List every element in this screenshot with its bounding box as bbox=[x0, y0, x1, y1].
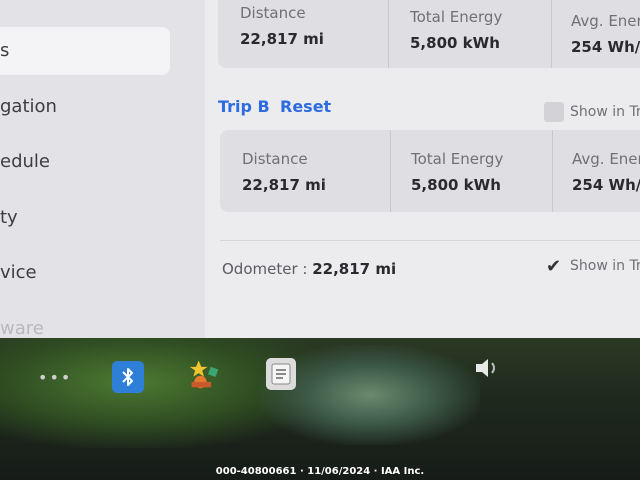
bluetooth-icon[interactable] bbox=[112, 361, 144, 393]
volume-icon[interactable] bbox=[472, 352, 504, 384]
trip-b-show-label: Show in Tr bbox=[570, 104, 640, 120]
sidebar-item-schedule[interactable]: edule bbox=[0, 151, 50, 172]
trip-b-reset-button[interactable]: Reset bbox=[280, 97, 331, 116]
trip-b-title: Trip B bbox=[218, 97, 270, 116]
toybox-icon[interactable] bbox=[188, 358, 220, 390]
trip-b-card: Distance 22,817 mi Total Energy 5,800 kW… bbox=[220, 130, 640, 212]
watermark: 000-40800661 · 11/06/2024 · IAA Inc. bbox=[215, 466, 425, 477]
settings-screen: s gation edule ty vice ware Distance 22,… bbox=[0, 0, 640, 338]
trip-b-avg-label: Avg. Ener bbox=[572, 150, 640, 168]
trip-a-energy-label: Total Energy bbox=[410, 8, 503, 26]
more-dots-icon[interactable]: ••• bbox=[38, 368, 72, 387]
trip-b-energy-label: Total Energy bbox=[411, 150, 504, 168]
sidebar-item-selected[interactable] bbox=[0, 27, 170, 75]
sidebar-item-navigation[interactable]: gation bbox=[0, 96, 57, 117]
trip-a-energy-value: 5,800 kWh bbox=[410, 34, 500, 52]
odometer-row: Odometer : 22,817 mi bbox=[222, 260, 396, 278]
trip-a-distance-label: Distance bbox=[240, 4, 306, 22]
sidebar-item-trips[interactable]: s bbox=[0, 40, 9, 61]
odometer-value: 22,817 mi bbox=[312, 260, 397, 278]
divider bbox=[220, 240, 640, 241]
trip-b-distance-value: 22,817 mi bbox=[242, 176, 326, 194]
trip-a-avg-value: 254 Wh/n bbox=[571, 38, 640, 56]
trip-b-energy-value: 5,800 kWh bbox=[411, 176, 501, 194]
trip-a-avg-label: Avg. Ener bbox=[571, 12, 640, 30]
notepad-icon[interactable] bbox=[266, 358, 296, 390]
odometer-show-label: Show in Tr bbox=[570, 258, 640, 274]
checkmark-icon: ✔ bbox=[546, 256, 562, 277]
odometer-show-checkbox[interactable]: ✔ bbox=[544, 256, 564, 278]
trip-b-show-checkbox[interactable] bbox=[544, 102, 564, 122]
trip-b-avg-value: 254 Wh/r bbox=[572, 176, 640, 194]
sidebar-item-safety[interactable]: ty bbox=[0, 207, 18, 228]
trip-a-card: Distance 22,817 mi Total Energy 5,800 kW… bbox=[218, 0, 640, 68]
odometer-label: Odometer : bbox=[222, 260, 308, 278]
trip-a-distance-value: 22,817 mi bbox=[240, 30, 324, 48]
sidebar: s gation edule ty vice ware bbox=[0, 0, 205, 338]
sidebar-item-software[interactable]: ware bbox=[0, 318, 44, 338]
trip-b-distance-label: Distance bbox=[242, 150, 308, 168]
sidebar-item-service[interactable]: vice bbox=[0, 262, 37, 283]
